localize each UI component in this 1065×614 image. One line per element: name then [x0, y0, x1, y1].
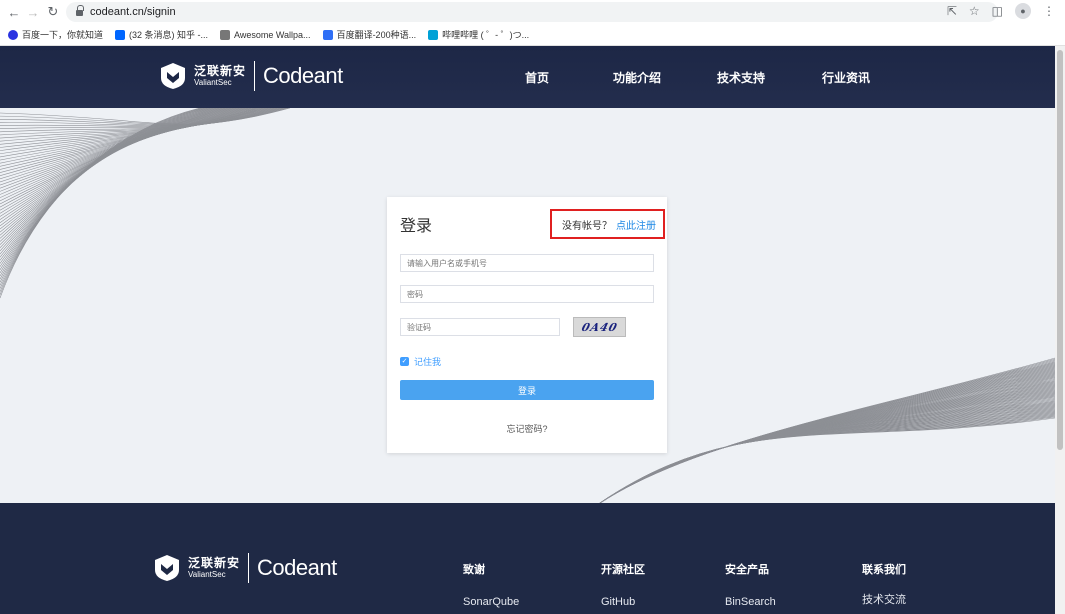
footer-heading: 安全产品: [725, 564, 769, 576]
wallpaper-icon: [220, 29, 231, 40]
shield-logo-icon: [161, 63, 185, 89]
logo-divider: [248, 553, 250, 583]
remember-me-label: 记住我: [414, 357, 442, 367]
login-title: 登录: [400, 218, 433, 235]
logo-divider: [254, 61, 256, 91]
no-account-text: 没有帐号？: [562, 220, 612, 232]
footer-col-community: 开源社区 GitHub: [601, 561, 645, 608]
footer-col-products: 安全产品 BinSearch: [725, 561, 776, 608]
page-content: 泛联新安 ValiantSec Codeant 首页 功能介绍 技术支持 行业资…: [0, 46, 1055, 614]
bookmark-label: (32 条消息) 知乎 -...: [129, 30, 209, 40]
footer-link[interactable]: BinSearch: [725, 596, 776, 608]
footer-link[interactable]: SonarQube: [463, 596, 519, 608]
profile-icon[interactable]: ●: [1015, 3, 1031, 19]
browser-toolbar: ← → ↻ codeant.cn/signin ⇱ ☆ ◫ ● ⋮: [0, 0, 1065, 24]
footer-heading: 致谢: [463, 564, 485, 576]
shield-logo-icon: [155, 555, 179, 581]
bilibili-icon: [428, 29, 439, 40]
bookmark-wallpaper[interactable]: Awesome Wallpa...: [220, 29, 311, 40]
url-text: codeant.cn/signin: [90, 6, 176, 18]
bookmark-bilibili[interactable]: 哔哩哔哩 ( ゜- ゜)つ...: [428, 28, 529, 41]
logo-text-en: Codeant: [263, 63, 343, 88]
reload-icon[interactable]: ↻: [43, 2, 63, 22]
login-button[interactable]: 登录: [400, 380, 654, 400]
footer-heading: 联系我们: [862, 564, 906, 576]
bookmark-zhihu[interactable]: (32 条消息) 知乎 -...: [115, 28, 208, 41]
lock-icon: [76, 5, 84, 16]
footer-link[interactable]: 技术交流: [862, 591, 906, 607]
logo-text-cn: 泛联新安 ValiantSec: [188, 556, 241, 579]
star-icon[interactable]: ☆: [969, 4, 980, 18]
page-scrollbar[interactable]: [1055, 46, 1065, 614]
captcha-image[interactable]: 0A40: [573, 317, 626, 337]
back-icon[interactable]: ←: [4, 2, 24, 22]
logo-text-en: Codeant: [257, 555, 337, 580]
remember-me[interactable]: ✓ 记住我: [400, 355, 441, 368]
bookmark-baidu-translate[interactable]: 百度翻译-200种语...: [322, 28, 417, 41]
footer: 泛联新安 ValiantSec Codeant 致谢 SonarQube 开源社…: [0, 503, 1055, 614]
menu-icon[interactable]: ⋮: [1043, 4, 1055, 18]
translate-icon: [322, 29, 333, 40]
bookmark-baidu[interactable]: 百度一下，你就知道: [8, 28, 103, 41]
bookmark-label: 百度一下，你就知道: [22, 30, 104, 40]
register-link[interactable]: 点此注册: [616, 217, 656, 232]
sidepanel-icon[interactable]: ◫: [992, 4, 1003, 18]
username-input[interactable]: [400, 254, 654, 272]
share-icon[interactable]: ⇱: [947, 4, 957, 18]
forgot-password-link[interactable]: 忘记密码?: [387, 422, 667, 435]
password-input[interactable]: [400, 285, 654, 303]
bookmarks-bar: 百度一下，你就知道 (32 条消息) 知乎 -... Awesome Wallp…: [0, 24, 1065, 46]
footer-col-contact: 联系我们 技术交流: [862, 561, 906, 607]
baidu-icon: [8, 29, 18, 40]
top-navigation: 泛联新安 ValiantSec Codeant 首页 功能介绍 技术支持 行业资…: [0, 46, 1055, 108]
browser-actions: ⇱ ☆ ◫ ● ⋮: [947, 3, 1055, 19]
menu-item-home[interactable]: 首页: [525, 69, 549, 86]
footer-heading: 开源社区: [601, 564, 645, 576]
footer-link[interactable]: GitHub: [601, 596, 645, 608]
menu-item-features[interactable]: 功能介绍: [613, 69, 661, 86]
bookmark-label: 百度翻译-200种语...: [336, 30, 417, 40]
menu-item-news[interactable]: 行业资讯: [822, 69, 870, 86]
footer-col-thanks: 致谢 SonarQube: [463, 561, 519, 608]
register-prompt: 没有帐号？ 点此注册: [550, 209, 665, 239]
bookmark-label: Awesome Wallpa...: [234, 29, 311, 40]
site-logo[interactable]: 泛联新安 ValiantSec Codeant: [158, 61, 343, 91]
zhihu-icon: [115, 29, 126, 40]
scrollbar-thumb[interactable]: [1057, 50, 1063, 450]
login-card: 登录 没有帐号？ 点此注册 0A40 ✓ 记住我 登录 忘记密码?: [387, 197, 667, 453]
address-bar[interactable]: codeant.cn/signin: [66, 2, 998, 22]
captcha-input[interactable]: [400, 318, 560, 336]
forward-icon[interactable]: →: [23, 2, 43, 22]
footer-logo[interactable]: 泛联新安 ValiantSec Codeant: [152, 553, 337, 583]
menu-item-support[interactable]: 技术支持: [717, 69, 765, 86]
captcha-text: 0A40: [580, 320, 619, 334]
logo-text-cn: 泛联新安 ValiantSec: [194, 64, 247, 87]
checkbox-checked-icon[interactable]: ✓: [400, 357, 409, 366]
bookmark-label: 哔哩哔哩 ( ゜- ゜)つ...: [442, 30, 530, 40]
